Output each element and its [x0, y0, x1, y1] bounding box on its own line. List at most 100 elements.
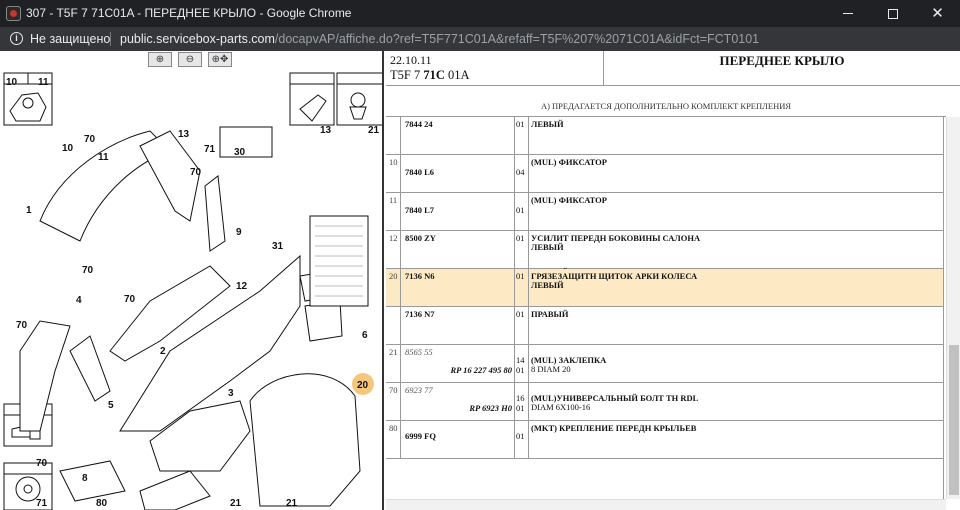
callout-8[interactable]: 8 — [82, 473, 88, 484]
quantity-cell: 01 — [515, 421, 529, 459]
table-row[interactable]: 128500 ZY8500 ZZ0101УСИЛИТ ПЕРЕДН БОКОВИ… — [386, 231, 943, 277]
description-cell: (MKT) КРЕПЛЕНИЕ ПЕРЕДН КРЫЛЬЕВ — [529, 421, 943, 459]
part-number[interactable]: 7136 N6 — [405, 271, 435, 281]
callout-12[interactable]: 12 — [236, 281, 248, 292]
quantity-cell: 01 — [515, 117, 529, 155]
maximize-button[interactable] — [870, 0, 915, 27]
window-title: 307 - T5F 7 71C01A - ПЕРЕДНЕЕ КРЫЛО - Go… — [26, 6, 352, 20]
code-bold: 71C — [423, 68, 445, 82]
part-number[interactable]: 6923 77 — [405, 385, 433, 395]
parts-diagram-panel: 10 11 70 13 71 30 13 21 10 11 70 1 9 31 70 4 12 70 70 6 2 20 5… — [0, 51, 384, 510]
part-description: 8 DIAM 20 — [531, 364, 571, 374]
url-text[interactable]: public.servicebox-parts.com/docapvAP/aff… — [120, 32, 759, 46]
table-row[interactable]: 11 7840 L7 01 (MUL) ФИКСАТОР — [386, 193, 943, 231]
row-index: 10 — [386, 155, 401, 193]
callout-71[interactable]: 71 — [204, 144, 216, 155]
callout-2[interactable]: 2 — [160, 346, 166, 357]
callout-13[interactable]: 13 — [320, 125, 332, 136]
callout-70[interactable]: 70 — [36, 458, 48, 469]
part-number[interactable]: 7136 N7 — [405, 309, 435, 319]
table-row[interactable]: 7844 24 01 ЛЕВЫЙ — [386, 117, 943, 155]
table-row[interactable]: 21 8565 55 RP 16 227 495 80 14 01 (MUL) ЗАКЛЕ… — [386, 345, 943, 383]
parts-diagram[interactable]: 10 1170 1371 3013 21101170193170412707062205… — [0, 51, 384, 510]
vertical-scrollbar[interactable] — [946, 117, 960, 499]
callout-80[interactable]: 80 — [96, 498, 108, 509]
part-number[interactable]: 7844 24 — [405, 119, 433, 129]
maximize-icon — [887, 8, 898, 19]
quantity: 04 — [516, 167, 525, 177]
table-row[interactable]: 70 6923 77 RP 6923 H0 16 01 (MUL)УНИВЕРСАЛЬНЫ… — [386, 383, 943, 421]
quantity-cell: 01 — [515, 269, 529, 307]
callout-70[interactable]: 70 — [84, 134, 96, 145]
callout-13[interactable]: 13 — [178, 129, 190, 140]
table-row[interactable]: 80 6999 FQ 01 (MKT) КРЕПЛЕНИЕ ПЕРЕДН КРЫЛЬЕ… — [386, 421, 943, 459]
callout-70[interactable]: 70 — [124, 294, 136, 305]
description-cell: ПРАВЫЙ — [529, 307, 943, 345]
title-bar: 307 - T5F 7 71C01A - ПЕРЕДНЕЕ КРЫЛО - Go… — [0, 0, 960, 27]
callout-1[interactable]: 1 — [26, 205, 32, 216]
horizontal-scrollbar[interactable] — [386, 499, 946, 510]
callout-10[interactable]: 10 — [6, 77, 18, 88]
part-description: ПРАВЫЙ — [531, 309, 569, 319]
code-suffix: 01A — [444, 68, 470, 82]
part-description: (MUL) ФИКСАТОР — [531, 195, 607, 205]
table-row[interactable]: 10 7840 L6 04 (MUL) ФИКСАТОР — [386, 155, 943, 193]
callout-21[interactable]: 21 — [230, 498, 242, 509]
callout-9[interactable]: 9 — [236, 227, 242, 238]
quantity-cell: 16 01 — [515, 383, 529, 421]
zoom-out-button[interactable]: ⊖ — [178, 52, 202, 67]
callout-11[interactable]: 11 — [38, 77, 49, 88]
description-cell: (MUL) ЗАКЛЕПКА 8 DIAM 20 — [529, 345, 943, 383]
catalog-code: T5F 7 71C 01A — [390, 68, 470, 83]
callout-30[interactable]: 30 — [234, 147, 246, 158]
callout-70[interactable]: 70 — [16, 320, 28, 331]
part-number-cell: 6923 77 RP 6923 H0 — [401, 383, 515, 421]
security-label[interactable]: Не защищено — [30, 32, 110, 46]
quantity: 14 — [516, 355, 525, 365]
info-icon[interactable]: i — [10, 32, 23, 45]
callout-21[interactable]: 21 — [286, 498, 298, 509]
callout-71[interactable]: 71 — [36, 498, 48, 509]
part-number[interactable]: 7840 L7 — [405, 205, 434, 215]
description-cell: ЛЕВЫЙ — [529, 117, 943, 155]
code-prefix: T5F 7 — [390, 68, 424, 82]
parts-list: 7844 24 01 ЛЕВЫЙ 10 7840 L6 04 (MUL) ФИКСАТОР 1… — [386, 117, 944, 499]
close-button[interactable]: ✕ — [915, 0, 960, 27]
address-bar[interactable]: i Не защищено public.servicebox-parts.co… — [0, 27, 960, 51]
quantity-cell: 01 — [515, 307, 529, 345]
part-number[interactable]: 7840 L6 — [405, 167, 434, 177]
row-index: 12 — [386, 231, 401, 269]
page-title: ПЕРЕДНЕЕ КРЫЛО — [719, 53, 845, 68]
quantity-cell: 01 — [515, 193, 529, 231]
callout-5[interactable]: 5 — [108, 400, 114, 411]
close-icon: ✕ — [931, 5, 944, 22]
row-index: 21 — [386, 345, 401, 383]
part-number[interactable]: 8500 ZY — [405, 233, 436, 243]
callout-20[interactable]: 20 — [357, 380, 369, 391]
callout-6[interactable]: 6 — [362, 330, 368, 341]
callout-70[interactable]: 70 — [82, 265, 94, 276]
table-row[interactable]: 7136 N7 01 ПРАВЫЙ — [386, 307, 943, 345]
part-description: (MKT) КРЕПЛЕНИЕ ПЕРЕДН КРЫЛЬЕВ — [531, 423, 697, 433]
part-number[interactable]: 6999 FQ — [405, 431, 436, 441]
part-number-cell: 8500 ZY8500 ZZ — [401, 231, 515, 277]
callout-70[interactable]: 70 — [190, 167, 202, 178]
callout-3[interactable]: 3 — [228, 388, 234, 399]
part-6b — [304, 300, 343, 342]
address-divider — [110, 32, 111, 46]
quantity-cell: 0101 — [515, 231, 529, 277]
scrollbar-thumb[interactable] — [949, 345, 959, 495]
zoom-pan-button[interactable]: ⊕✥ — [208, 52, 232, 67]
callout-10[interactable]: 10 — [62, 143, 74, 154]
callout-4[interactable]: 4 — [76, 295, 82, 306]
quantity: 01 — [516, 205, 525, 215]
callout-21[interactable]: 21 — [368, 125, 380, 136]
parts-table-panel: 22.10.11 T5F 7 71C 01A ПЕРЕДНЕЕ КРЫЛО А)… — [386, 51, 960, 510]
label-sheet-31 — [309, 215, 369, 307]
zoom-in-button[interactable]: ⊕ — [148, 52, 172, 67]
callout-11[interactable]: 11 — [98, 152, 109, 163]
table-row[interactable]: 20 7136 N6 01 ГРЯЗЕЗАЩИТН ЩИТОК АРКИ КОЛЕСА… — [386, 269, 943, 307]
part-number[interactable]: 8565 55 — [405, 347, 433, 357]
callout-31[interactable]: 31 — [272, 241, 284, 252]
minimize-button[interactable] — [825, 0, 870, 27]
